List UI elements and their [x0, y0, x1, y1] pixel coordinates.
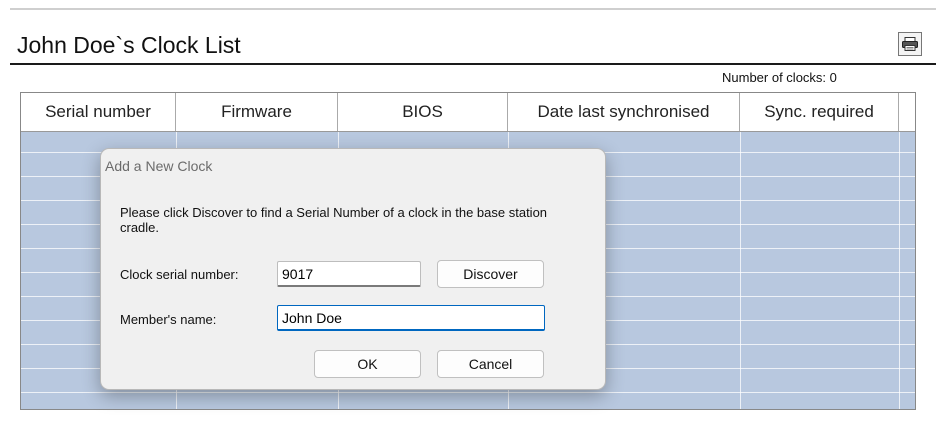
dialog-message: Please click Discover to find a Serial N… [120, 205, 548, 235]
member-name-label: Member's name: [120, 312, 217, 327]
column-header-date-last-synchronised[interactable]: Date last synchronised [508, 93, 740, 131]
printer-icon [902, 37, 918, 51]
page-title: John Doe`s Clock List [17, 32, 241, 58]
row-gridline [21, 392, 915, 393]
title-divider [10, 63, 936, 65]
column-header-serial-number[interactable]: Serial number [21, 93, 176, 131]
add-clock-dialog[interactable]: Add a New Clock Please click Discover to… [100, 148, 606, 390]
clock-count: Number of clocks: 0 [722, 70, 837, 85]
serial-number-input[interactable] [277, 261, 421, 287]
serial-number-label: Clock serial number: [120, 267, 239, 282]
ok-button[interactable]: OK [314, 350, 421, 378]
top-divider [10, 8, 936, 10]
cancel-button[interactable]: Cancel [437, 350, 544, 378]
column-header-firmware[interactable]: Firmware [176, 93, 338, 131]
dialog-title: Add a New Clock [105, 158, 213, 174]
discover-button[interactable]: Discover [437, 260, 544, 288]
table-header: Serial number Firmware BIOS Date last sy… [21, 93, 915, 132]
column-header-sync-required[interactable]: Sync. required [740, 93, 899, 131]
member-name-input[interactable] [277, 305, 545, 331]
print-button[interactable] [898, 32, 922, 56]
column-header-bios[interactable]: BIOS [338, 93, 508, 131]
